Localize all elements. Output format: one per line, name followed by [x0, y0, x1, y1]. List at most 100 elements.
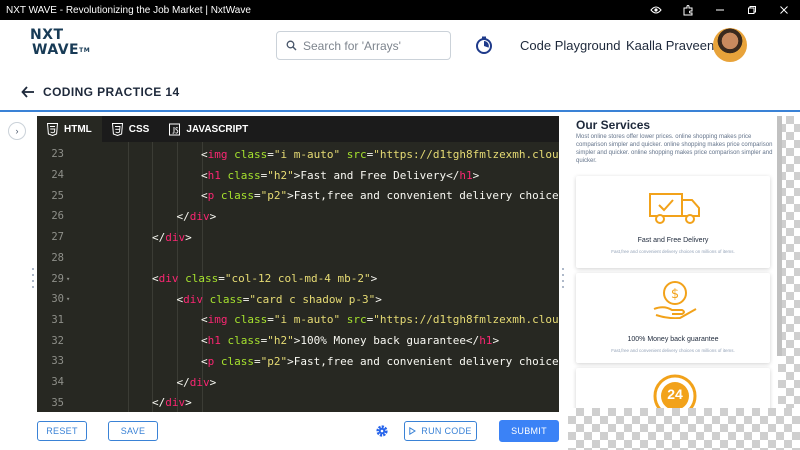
code-line[interactable]: 30 ▾ <div class="card c shadow p-3">: [37, 289, 559, 310]
code-text: <img class="i m-auto" src="https://d1tgh…: [201, 147, 559, 161]
code-line[interactable]: 23 <img class="i m-auto" src="https://d1t…: [37, 144, 559, 165]
nxtwave-logo[interactable]: NXT WAVETM: [30, 28, 90, 64]
page-title: CODING PRACTICE 14: [43, 85, 180, 99]
preview-section-title: Our Services: [576, 118, 651, 132]
delivery-truck-icon: [649, 193, 700, 224]
line-number: 31: [51, 313, 64, 326]
code-line[interactable]: 26 </div>: [37, 206, 559, 227]
chevron-right-icon: ›: [15, 126, 19, 136]
css3-icon: [111, 122, 123, 136]
line-number: 27: [51, 231, 64, 244]
editor-tabs: HTML CSS JAVASCRIPT: [37, 116, 559, 142]
search-box[interactable]: [276, 31, 451, 60]
code-text: <div class="card c shadow p-3">: [176, 292, 382, 306]
tab-javascript-label: JAVASCRIPT: [186, 123, 249, 135]
minimize-icon[interactable]: [704, 0, 736, 20]
code-text: <h1 class="h2">100% Money back guarantee…: [201, 334, 500, 348]
code-text: <div class="col-12 col-md-4 mb-2">: [152, 272, 378, 286]
card-text: Fast,free and convenient delivery choice…: [611, 348, 735, 353]
extension-icon[interactable]: [672, 0, 704, 20]
code-line[interactable]: 29 ▾ <div class="col-12 col-md-4 mb-2">: [37, 268, 559, 289]
card-text: Fast,free and convenient delivery choice…: [611, 249, 735, 254]
code-playground-link[interactable]: Code Playground: [520, 38, 620, 53]
code-line[interactable]: 34 </div>: [37, 372, 559, 393]
line-number: 23: [51, 148, 64, 161]
preview-section-description: Most online stores offer lower prices. o…: [576, 134, 773, 164]
eye-icon[interactable]: [640, 0, 672, 20]
code-line[interactable]: 32 <h1 class="h2">100% Money back guarant…: [37, 330, 559, 351]
code-editor[interactable]: HTML CSS JAVASCRIPT 23 <img class="i m-au…: [37, 116, 559, 412]
24-hours-badge-text: 24: [667, 386, 683, 402]
line-number: 26: [51, 210, 64, 223]
service-card-money-back: $ 100% Money back guarantee Fast,free an…: [576, 273, 770, 363]
logo-trademark: TM: [79, 47, 91, 54]
code-line[interactable]: 28: [37, 248, 559, 269]
save-button[interactable]: SAVE: [108, 421, 158, 441]
card-heading: 100% Money back guarantee: [627, 336, 719, 343]
code-line[interactable]: 33 <p class="p2">Fast,free and convenient…: [37, 351, 559, 372]
preview-scrollbar[interactable]: [777, 116, 782, 356]
left-resize-handle[interactable]: [31, 268, 35, 292]
gear-icon[interactable]: [375, 424, 389, 438]
code-line[interactable]: 24 <h1 class="h2">Fast and Free Delivery<…: [37, 165, 559, 186]
logo-line1: NXT: [30, 27, 64, 43]
line-number: 29: [51, 272, 64, 285]
code-line[interactable]: 27 </div>: [37, 227, 559, 248]
fold-toggle-icon[interactable]: ▾: [64, 275, 76, 283]
javascript-icon: [169, 123, 181, 135]
code-text: </div>: [176, 375, 217, 389]
timer-icon[interactable]: [474, 35, 494, 55]
tab-html[interactable]: HTML: [37, 116, 102, 142]
back-arrow-icon[interactable]: [20, 84, 36, 100]
line-number: 34: [51, 376, 64, 389]
code-line[interactable]: 31 <img class="i m-auto" src="https://d1t…: [37, 310, 559, 331]
run-code-label: RUN CODE: [421, 426, 472, 436]
logo-line2: WAVE: [32, 42, 80, 58]
close-icon[interactable]: [768, 0, 800, 20]
search-input[interactable]: [303, 38, 443, 53]
line-number: 30: [51, 293, 64, 306]
html5-icon: [47, 122, 58, 136]
app-header: NXT WAVETM Code Playground Kaalla Pravee…: [0, 20, 800, 72]
line-number: 28: [51, 251, 64, 264]
run-code-button[interactable]: RUN CODE: [404, 421, 477, 441]
code-text: </div>: [152, 230, 192, 244]
tab-css-label: CSS: [128, 123, 150, 135]
code-text: <h1 class="h2">Fast and Free Delivery</h…: [201, 168, 480, 182]
line-number: 32: [51, 334, 64, 347]
avatar[interactable]: [713, 28, 747, 62]
code-line[interactable]: 25 <p class="p2">Fast,free and convenient…: [37, 185, 559, 206]
card-heading: Fast and Free Delivery: [637, 237, 709, 244]
reset-button[interactable]: RESET: [37, 421, 87, 441]
tab-javascript[interactable]: JAVASCRIPT: [159, 116, 258, 142]
line-number: 25: [51, 189, 64, 202]
user-name[interactable]: Kaalla Praveen: [626, 38, 714, 53]
app-window: NXT WAVE - Revolutionizing the Job Marke…: [0, 0, 800, 450]
code-text: <p class="p2">Fast,free and convenient d…: [201, 189, 559, 203]
money-back-hand-icon: $: [653, 281, 697, 319]
code-line[interactable]: 35 </div>: [37, 392, 559, 412]
window-title: NXT WAVE - Revolutionizing the Job Marke…: [6, 4, 251, 16]
service-card-24-hours: 24: [576, 368, 770, 408]
line-number: 33: [51, 355, 64, 368]
fold-toggle-icon[interactable]: ▾: [64, 295, 76, 303]
editor-preview-resize-handle[interactable]: [561, 268, 565, 292]
tab-css[interactable]: CSS: [102, 116, 160, 142]
preview-transparent-area-bottom: [568, 408, 800, 450]
submit-button[interactable]: SUBMIT: [499, 420, 559, 442]
service-card-delivery: Fast and Free Delivery Fast,free and con…: [576, 176, 770, 268]
window-titlebar: NXT WAVE - Revolutionizing the Job Marke…: [0, 0, 800, 20]
restore-icon[interactable]: [736, 0, 768, 20]
output-preview[interactable]: Our Services Most online stores offer lo…: [568, 116, 800, 408]
page-title-bar: CODING PRACTICE 14: [0, 72, 800, 112]
code-text: </div>: [176, 209, 217, 223]
svg-text:$: $: [671, 287, 679, 302]
code-area[interactable]: 23 <img class="i m-auto" src="https://d1t…: [37, 142, 559, 412]
code-text: <p class="p2">Fast,free and convenient d…: [201, 354, 559, 368]
tab-html-label: HTML: [64, 123, 92, 135]
expand-panel-button[interactable]: ›: [8, 122, 26, 140]
code-text: </div>: [152, 396, 192, 410]
line-number: 35: [51, 396, 64, 409]
code-text: <img class="i m-auto" src="https://d1tgh…: [201, 313, 559, 327]
line-number: 24: [51, 169, 64, 182]
